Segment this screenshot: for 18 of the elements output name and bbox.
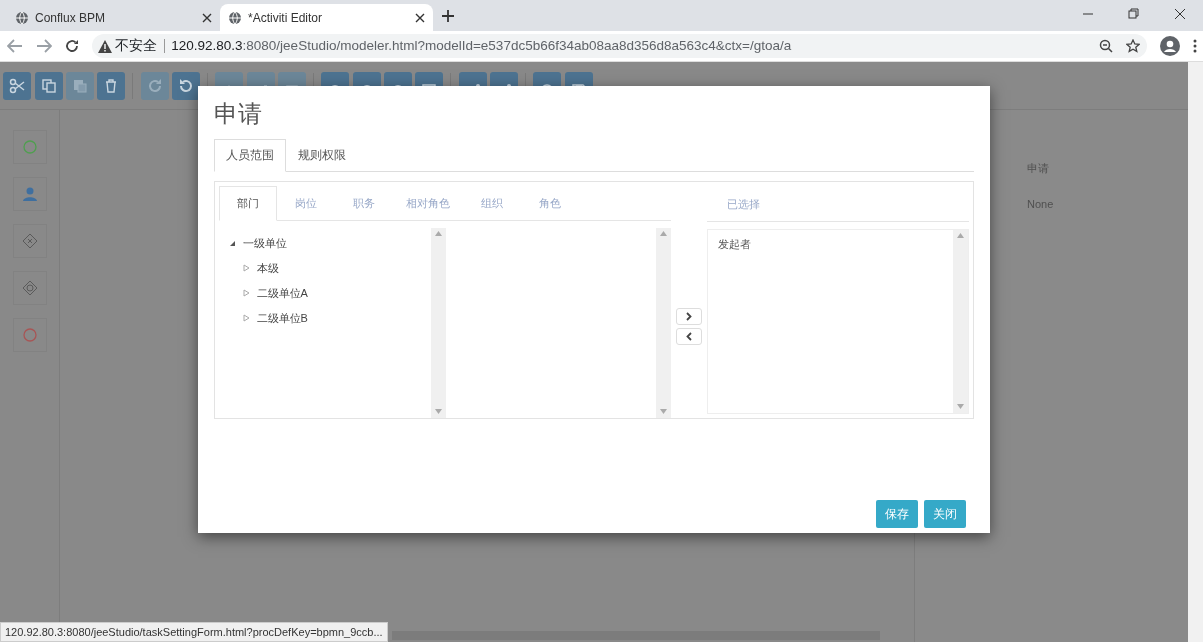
- dialog-title: 申请: [214, 99, 263, 129]
- address-url[interactable]: 120.92.80.3:8080/jeeStudio/modeler.html?modelId=e537dc5b66f34ab08aa8d356d8a563c4&ctx=/gtoa/a: [171, 35, 792, 57]
- tab[interactable]: 部门: [219, 185, 277, 221]
- tree-item[interactable]: 二级单位B: [256, 310, 308, 327]
- selected-item[interactable]: 发起者: [714, 236, 947, 253]
- tab-title: *Activiti Editor: [248, 9, 324, 27]
- security-label: 不安全: [115, 36, 158, 55]
- section-header: 已选择: [727, 197, 760, 210]
- tree-item[interactable]: 一级单位: [242, 235, 287, 252]
- browser-tab[interactable]: Conflux BPM: [6, 4, 220, 31]
- tree-item[interactable]: 二级单位A: [256, 285, 308, 302]
- tab-title: Conflux BPM: [35, 9, 107, 27]
- tab[interactable]: 人员范围: [214, 138, 286, 172]
- browser-tab[interactable]: *Activiti Editor: [219, 4, 433, 31]
- tree-item[interactable]: 本级: [256, 260, 279, 277]
- tab[interactable]: 规则权限: [286, 138, 358, 171]
- property-value: None: [1027, 197, 1055, 212]
- status-url: 120.92.80.3:8080/jeeStudio/taskSettingForm.html?procDefKey=bpmn_9ccb...: [0, 621, 388, 642]
